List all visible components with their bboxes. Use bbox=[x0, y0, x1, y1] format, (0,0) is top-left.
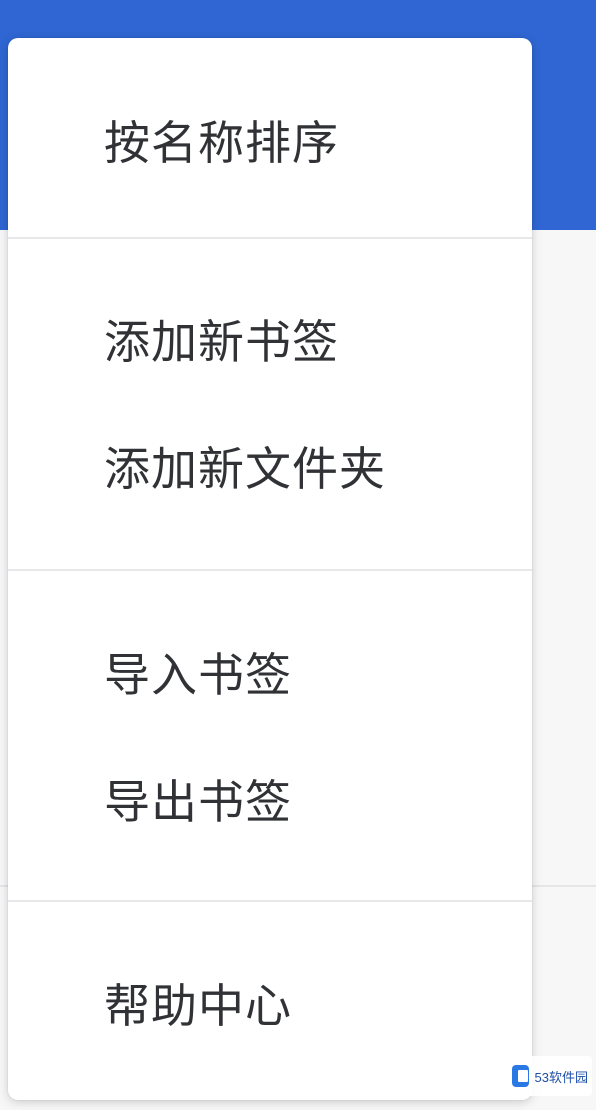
menu-item-label: 添加新文件夹 bbox=[104, 442, 386, 496]
menu-item-export-bookmarks[interactable]: 导出书签 bbox=[8, 743, 532, 855]
menu-item-label: 添加新书签 bbox=[104, 315, 339, 369]
menu-divider bbox=[8, 237, 532, 239]
menu-item-help-center[interactable]: 帮助中心 bbox=[8, 947, 532, 1059]
site-logo-icon bbox=[512, 1065, 529, 1087]
menu-item-label: 按名称排序 bbox=[104, 116, 339, 170]
watermark-text: 53软件园 bbox=[534, 1069, 588, 1085]
menu-item-label: 导出书签 bbox=[104, 775, 292, 829]
menu-divider bbox=[8, 569, 532, 571]
menu-item-sort-by-name[interactable]: 按名称排序 bbox=[8, 84, 532, 196]
menu-item-label: 导入书签 bbox=[104, 648, 292, 702]
menu-item-label: 帮助中心 bbox=[104, 979, 292, 1033]
menu-item-import-bookmarks[interactable]: 导入书签 bbox=[8, 616, 532, 728]
menu-item-add-folder[interactable]: 添加新文件夹 bbox=[8, 410, 532, 522]
site-watermark: 53软件园 bbox=[508, 1056, 592, 1096]
menu-divider bbox=[8, 900, 532, 902]
bookmark-context-menu: 按名称排序 添加新书签 添加新文件夹 导入书签 导出书签 帮助中心 bbox=[8, 38, 532, 1100]
menu-item-add-bookmark[interactable]: 添加新书签 bbox=[8, 283, 532, 395]
